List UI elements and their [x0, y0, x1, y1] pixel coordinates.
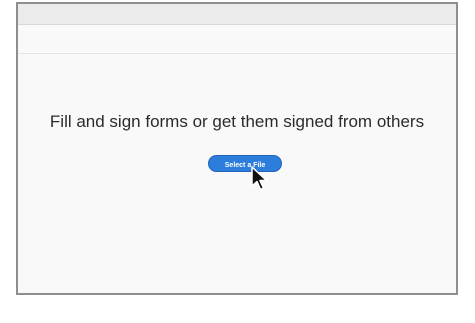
main-content: Fill and sign forms or get them signed f…: [18, 54, 456, 293]
app-window: Fill and sign forms or get them signed f…: [16, 2, 458, 295]
title-bar: [18, 4, 456, 25]
page-headline: Fill and sign forms or get them signed f…: [49, 112, 425, 131]
toolbar: [18, 25, 456, 54]
mouse-pointer-icon: [251, 166, 268, 191]
select-file-button[interactable]: Select a File: [208, 155, 282, 172]
